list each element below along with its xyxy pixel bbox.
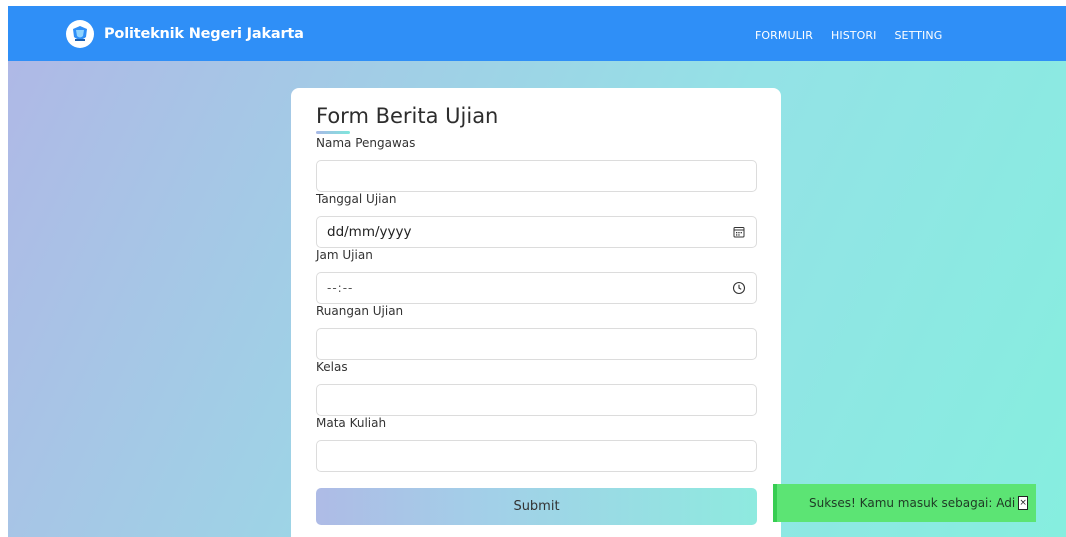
page-background: Politeknik Negeri Jakarta FORMULIR HISTO… xyxy=(8,6,1066,537)
title-underline xyxy=(316,131,350,134)
form-title: Form Berita Ujian xyxy=(316,104,499,128)
jam-ujian-value: --:-- xyxy=(327,281,354,295)
ruangan-ujian-input[interactable] xyxy=(316,328,757,360)
calendar-icon[interactable] xyxy=(732,225,746,239)
mata-kuliah-input[interactable] xyxy=(316,440,757,472)
label-tanggal-ujian: Tanggal Ujian xyxy=(316,192,397,206)
brand[interactable]: Politeknik Negeri Jakarta xyxy=(66,20,304,48)
nav-links: FORMULIR HISTORI SETTING xyxy=(755,29,960,42)
label-nama-pengawas: Nama Pengawas xyxy=(316,136,416,150)
label-kelas: Kelas xyxy=(316,360,348,374)
toast-close-button[interactable]: × xyxy=(1018,496,1029,510)
tanggal-ujian-input[interactable]: dd/mm/yyyy xyxy=(316,216,757,248)
clock-icon[interactable] xyxy=(732,281,746,295)
nav-link-histori[interactable]: HISTORI xyxy=(831,29,876,42)
label-mata-kuliah: Mata Kuliah xyxy=(316,416,387,430)
navbar: Politeknik Negeri Jakarta FORMULIR HISTO… xyxy=(8,6,1066,61)
nav-link-formulir[interactable]: FORMULIR xyxy=(755,29,813,42)
toast-message: Sukses! Kamu masuk sebagai: Adi xyxy=(809,496,1016,510)
pnj-logo-icon xyxy=(66,20,94,48)
label-ruangan-ujian: Ruangan Ujian xyxy=(316,304,404,318)
form-card: Form Berita Ujian Nama Pengawas Tanggal … xyxy=(291,88,781,537)
brand-name: Politeknik Negeri Jakarta xyxy=(104,26,304,42)
success-toast: Sukses! Kamu masuk sebagai: Adi × xyxy=(773,484,1036,522)
kelas-input[interactable] xyxy=(316,384,757,416)
jam-ujian-input[interactable]: --:-- xyxy=(316,272,757,304)
submit-button[interactable]: Submit xyxy=(316,488,757,525)
label-jam-ujian: Jam Ujian xyxy=(316,248,373,262)
nama-pengawas-input[interactable] xyxy=(316,160,757,192)
nav-link-setting[interactable]: SETTING xyxy=(894,29,942,42)
tanggal-ujian-value: dd/mm/yyyy xyxy=(327,224,412,240)
